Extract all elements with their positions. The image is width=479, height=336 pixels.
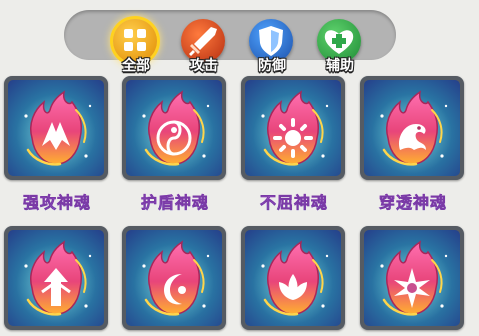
soul-card-row2-4[interactable] <box>360 226 464 330</box>
soul-card-shield[interactable] <box>122 76 226 180</box>
tab-attack-label: 攻击 <box>190 58 218 74</box>
soul-name-penetrate: 穿透神魂 <box>358 189 468 213</box>
soul-name-unyielding: 不屈神魂 <box>239 189 349 213</box>
category-filter-bar: 全部 攻击 防御 辅助 <box>64 10 396 74</box>
soul-name-strong-attack: 强攻神魂 <box>2 189 112 213</box>
tab-attack[interactable]: 攻击 <box>176 19 232 77</box>
soul-card-row2-1[interactable] <box>4 226 108 330</box>
tab-defense-label: 防御 <box>258 58 286 74</box>
tab-all-label: 全部 <box>122 58 150 74</box>
soul-card-penetrate[interactable] <box>360 76 464 180</box>
soul-name-shield: 护盾神魂 <box>120 189 230 213</box>
soul-card-row2-2[interactable] <box>122 226 226 330</box>
soul-card-row2-3[interactable] <box>241 226 345 330</box>
tab-all[interactable]: 全部 <box>108 19 164 77</box>
tab-support[interactable]: 辅助 <box>312 19 368 77</box>
tab-defense[interactable]: 防御 <box>244 19 300 77</box>
soul-card-unyielding[interactable] <box>241 76 345 180</box>
tab-support-label: 辅助 <box>326 58 354 74</box>
soul-card-strong-attack[interactable] <box>4 76 108 180</box>
